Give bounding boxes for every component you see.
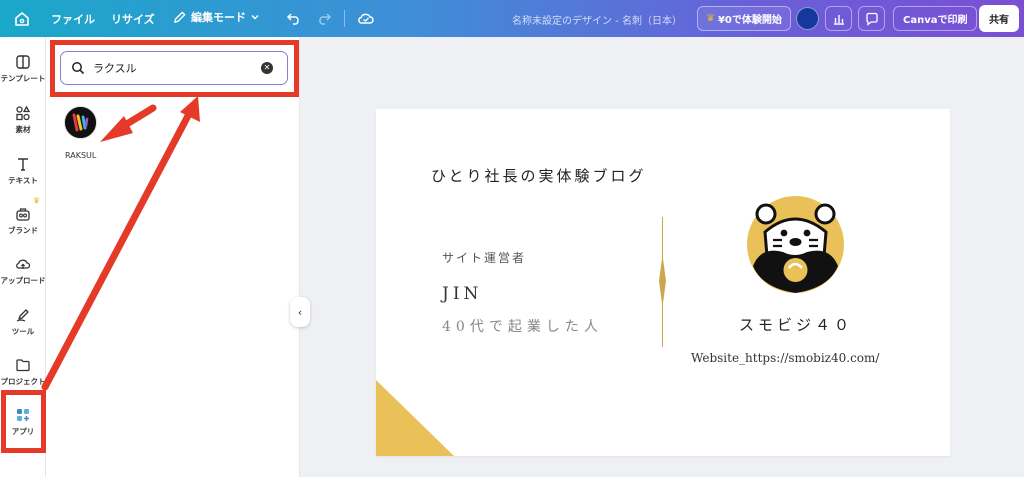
rail-label: アップロード [0, 276, 46, 285]
free-trial-button[interactable]: ♛ ¥0で体験開始 [697, 6, 791, 31]
rail-label: テンプレート [0, 74, 46, 83]
insights-button[interactable] [825, 6, 852, 31]
rail-item-templates[interactable]: テンプレート [0, 54, 46, 84]
toolbar-divider [344, 10, 345, 27]
comments-button[interactable] [858, 6, 885, 31]
template-icon [16, 55, 30, 69]
brand-crown-icon: ♛ [33, 196, 41, 205]
rail-item-text[interactable]: テキスト [0, 156, 46, 186]
comment-icon [865, 12, 878, 26]
file-menu[interactable]: ファイル [51, 11, 95, 27]
home-button[interactable] [12, 9, 32, 29]
rail-label: テキスト [8, 176, 38, 185]
edit-mode-dropdown[interactable]: 編集モード [172, 9, 260, 25]
rail-item-uploads[interactable]: アップロード [0, 256, 46, 286]
apps-highlight-box [1, 390, 46, 453]
folder-icon [16, 359, 30, 372]
search-highlight-box [50, 40, 299, 97]
design-canvas-card[interactable]: ひとり社長の実体験ブログ サイト運営者 JIN 40代で起業した人 スモビジ４０… [376, 109, 950, 456]
elements-icon [16, 105, 31, 121]
home-icon [15, 12, 29, 26]
chevron-left-icon: ‹ [297, 305, 303, 319]
pencil-icon [174, 11, 186, 23]
apps-panel [46, 37, 300, 477]
card-role: サイト運営者 [442, 251, 527, 265]
save-status-button[interactable] [357, 10, 375, 29]
redo-button[interactable] [316, 10, 332, 29]
undo-button[interactable] [286, 10, 302, 29]
rail-label: ブランド [8, 226, 38, 235]
resize-menu[interactable]: リサイズ [111, 11, 155, 27]
undo-icon [286, 13, 299, 25]
rail-item-elements[interactable]: 素材 [0, 105, 46, 135]
rail-label: プロジェクト [0, 377, 46, 386]
raksul-app-logo[interactable] [64, 106, 97, 139]
brand-icon [16, 208, 30, 221]
raksul-logo-icon [65, 107, 96, 138]
app-label-raksul[interactable]: RAKSUL [65, 151, 96, 160]
tools-icon [16, 309, 29, 322]
card-gold-triangle [376, 380, 454, 456]
redo-icon [319, 13, 332, 25]
bar-chart-icon [833, 14, 844, 25]
edit-mode-label: 編集モード [191, 11, 246, 24]
otter-mascot-logo [747, 196, 844, 293]
card-tagline: 40代で起業した人 [442, 319, 603, 335]
card-title: ひとり社長の実体験ブログ [431, 167, 647, 185]
user-avatar[interactable] [796, 7, 819, 30]
share-button[interactable]: 共有 [979, 5, 1019, 32]
upload-icon [16, 259, 31, 269]
card-website-url: Website_https://smobiz40.com/ [691, 351, 880, 365]
top-toolbar: ファイル リサイズ 編集モード 名称未設定のデザイン - 名刺（日本） ♛ ¥0… [0, 0, 1024, 37]
text-icon [18, 158, 28, 171]
crown-icon: ♛ [706, 13, 715, 24]
rail-item-tools[interactable]: ツール [0, 307, 46, 337]
collapse-panel-button[interactable]: ‹ [290, 297, 310, 327]
rail-item-projects[interactable]: プロジェクト [0, 357, 46, 387]
rail-item-brand[interactable]: ブランド [0, 206, 46, 236]
print-button[interactable]: Canvaで印刷 [893, 6, 978, 31]
card-brand-name: スモビジ４０ [739, 316, 854, 334]
free-trial-label: ¥0で体験開始 [717, 15, 782, 26]
card-name: JIN [442, 284, 483, 304]
card-divider-diamond [659, 255, 666, 307]
rail-label: ツール [11, 327, 35, 336]
cloud-check-icon [358, 13, 374, 24]
chevron-down-icon [251, 14, 259, 20]
document-title[interactable]: 名称未設定のデザイン - 名刺（日本） [512, 12, 682, 27]
rail-label: 素材 [15, 125, 31, 134]
